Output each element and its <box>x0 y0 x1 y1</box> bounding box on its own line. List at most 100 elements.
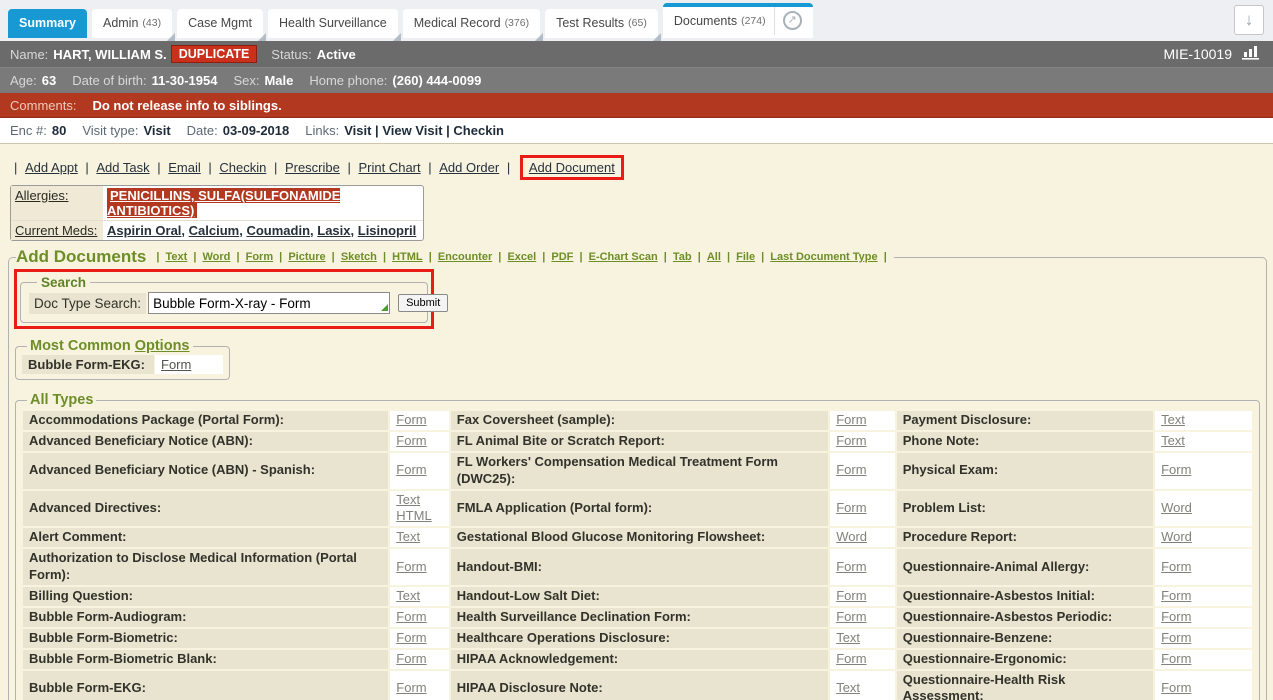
doc-link-text[interactable]: Text <box>1161 412 1185 427</box>
tab-dropdown-fold[interactable] <box>653 33 661 41</box>
med-link-aspirin-oral[interactable]: Aspirin Oral <box>107 223 181 238</box>
prescribe-link[interactable]: Prescribe <box>285 160 340 175</box>
quick-link-text[interactable]: Text <box>165 251 187 263</box>
tab-dropdown-fold[interactable] <box>167 33 175 41</box>
doc-type-label: HIPAA Acknowledgement: <box>451 650 828 669</box>
options-link[interactable]: Options <box>135 338 190 354</box>
doc-link-word[interactable]: Word <box>1161 529 1192 544</box>
tab-dropdown-fold[interactable] <box>393 33 401 41</box>
doc-link-text[interactable]: Text <box>836 630 860 645</box>
doc-link-text[interactable]: Text <box>396 588 420 603</box>
quick-link-e-chart-scan[interactable]: E-Chart Scan <box>589 251 658 263</box>
doc-link-form[interactable]: Form <box>836 559 866 574</box>
submit-button[interactable]: Submit <box>398 294 448 312</box>
tab-dropdown-fold[interactable] <box>258 33 266 41</box>
add-documents-legend: Add Documents | Text | Word | Form | Pic… <box>16 247 894 267</box>
med-link-coumadin[interactable]: Coumadin <box>246 223 310 238</box>
quick-link-word[interactable]: Word <box>203 251 231 263</box>
add-document-link[interactable]: Add Document <box>529 160 615 175</box>
quick-link-all[interactable]: All <box>707 251 721 263</box>
doc-link-form[interactable]: Form <box>1161 462 1191 477</box>
allergy-value-link[interactable]: PENICILLINS, SULFA(SULFONAMIDE ANTIBIOTI… <box>107 188 340 218</box>
doc-link-html[interactable]: HTML <box>396 508 431 523</box>
doc-link-form[interactable]: Form <box>396 680 426 695</box>
doc-link-form[interactable]: Form <box>1161 680 1191 695</box>
quick-link-html[interactable]: HTML <box>392 251 423 263</box>
doc-link-form[interactable]: Form <box>836 651 866 666</box>
email-link[interactable]: Email <box>168 160 201 175</box>
doc-type-label: Bubble Form-EKG: <box>22 355 154 374</box>
tab-medical-record[interactable]: Medical Record(376) <box>403 9 540 38</box>
doc-link-word[interactable]: Word <box>1161 500 1192 515</box>
open-in-new-window-icon[interactable]: ↗ <box>783 11 802 30</box>
encounter-link-visit[interactable]: Visit <box>344 123 371 138</box>
doc-link-form[interactable]: Form <box>836 500 866 515</box>
doc-link-form[interactable]: Form <box>396 559 426 574</box>
doc-link-text[interactable]: Text <box>836 680 860 695</box>
quick-link-sketch[interactable]: Sketch <box>341 251 377 263</box>
doc-link-form[interactable]: Form <box>396 651 426 666</box>
current-meds-link[interactable]: Current Meds: <box>15 223 97 238</box>
doc-link-form[interactable]: Form <box>836 609 866 624</box>
tab-admin[interactable]: Admin(43) <box>92 9 172 38</box>
quick-link-encounter[interactable]: Encounter <box>438 251 492 263</box>
doc-type-link-cell: Form <box>155 355 223 374</box>
link-separator: | <box>421 160 440 175</box>
doc-link-form[interactable]: Form <box>836 588 866 603</box>
quick-link-excel[interactable]: Excel <box>507 251 536 263</box>
quick-link-last-document-type[interactable]: Last Document Type <box>770 251 877 263</box>
tab-documents[interactable]: Documents(274)↗ <box>663 3 813 38</box>
link-separator: | <box>536 251 551 263</box>
print-chart-link[interactable]: Print Chart <box>358 160 420 175</box>
allergies-link[interactable]: Allergies: <box>15 188 68 203</box>
add-appt-link[interactable]: Add Appt <box>25 160 78 175</box>
checkin-link[interactable]: Checkin <box>219 160 266 175</box>
doc-type-search-row: Doc Type Search: Submit <box>29 292 419 314</box>
doc-type-link-cell: Form <box>390 411 449 430</box>
med-link-lisinopril[interactable]: Lisinopril <box>358 223 417 238</box>
tab-health-surveillance[interactable]: Health Surveillance <box>268 9 398 38</box>
most-common-legend: Most Common Options <box>27 338 193 354</box>
doc-link-form[interactable]: Form <box>836 462 866 477</box>
quick-link-tab[interactable]: Tab <box>673 251 692 263</box>
doc-link-form[interactable]: Form <box>836 433 866 448</box>
doc-link-form[interactable]: Form <box>1161 559 1191 574</box>
doc-type-search-input[interactable] <box>148 292 390 314</box>
link-separator: | <box>492 251 507 263</box>
doc-type-link-cell: Form <box>830 587 895 606</box>
doc-link-form[interactable]: Form <box>1161 630 1191 645</box>
tab-summary[interactable]: Summary <box>8 9 87 38</box>
med-link-lasix[interactable]: Lasix <box>317 223 350 238</box>
doc-link-text[interactable]: Text <box>1161 433 1185 448</box>
doc-link-form[interactable]: Form <box>1161 651 1191 666</box>
duplicate-badge[interactable]: DUPLICATE <box>171 45 258 63</box>
quick-link-file[interactable]: File <box>736 251 755 263</box>
doc-link-text[interactable]: Text <box>396 529 420 544</box>
doc-link-text[interactable]: Text <box>396 492 420 507</box>
doc-link-form[interactable]: Form <box>1161 588 1191 603</box>
tab-test-results[interactable]: Test Results(65) <box>545 9 658 38</box>
encounter-link-checkin[interactable]: Checkin <box>453 123 504 138</box>
doc-link-form[interactable]: Form <box>396 412 426 427</box>
bar-chart-icon[interactable] <box>1241 45 1263 63</box>
tab-label: Test Results <box>556 16 624 30</box>
doc-link-form[interactable]: Form <box>396 630 426 645</box>
doc-link-form[interactable]: Form <box>396 609 426 624</box>
doc-link-form[interactable]: Form <box>161 357 191 372</box>
doc-link-form[interactable]: Form <box>396 462 426 477</box>
doc-link-form[interactable]: Form <box>1161 609 1191 624</box>
doc-link-word[interactable]: Word <box>836 529 867 544</box>
doc-link-form[interactable]: Form <box>396 433 426 448</box>
add-task-link[interactable]: Add Task <box>96 160 149 175</box>
tab-case-mgmt[interactable]: Case Mgmt <box>177 9 263 38</box>
doc-type-link-cell: Form <box>830 432 895 451</box>
quick-link-pdf[interactable]: PDF <box>551 251 573 263</box>
tab-dropdown-fold[interactable] <box>535 33 543 41</box>
quick-link-form[interactable]: Form <box>246 251 274 263</box>
collapse-header-button[interactable]: ↓ <box>1234 5 1264 35</box>
med-link-calcium[interactable]: Calcium <box>189 223 240 238</box>
doc-link-form[interactable]: Form <box>836 412 866 427</box>
add-order-link[interactable]: Add Order <box>439 160 499 175</box>
quick-link-picture[interactable]: Picture <box>288 251 325 263</box>
encounter-link-view-visit[interactable]: View Visit <box>382 123 442 138</box>
